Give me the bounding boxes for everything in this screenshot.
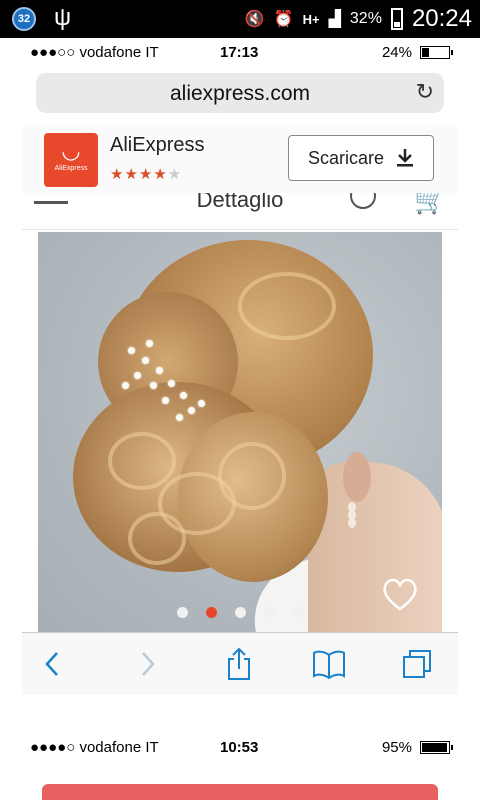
ios-time: 10:53 (220, 739, 259, 756)
carousel-dot[interactable] (205, 607, 217, 618)
battery-icon (420, 741, 453, 754)
forward-icon[interactable] (130, 647, 164, 681)
carousel-dot[interactable] (234, 607, 246, 618)
usb-icon: ψ (54, 4, 72, 31)
page-title: Dettaglio (196, 193, 284, 212)
carrier: ●●●○○ vodafone IT (30, 44, 159, 61)
battery-icon (420, 46, 453, 59)
browser-toolbar (22, 632, 458, 695)
network-icon: H+ (302, 11, 320, 27)
ios-time: 17:13 (220, 44, 259, 61)
signal-icon: ▟ (328, 11, 341, 28)
android-status-bar: 32 ψ 🔇 ⏰ H+ ▟ 32% 20:24 (0, 0, 480, 38)
carousel-dots[interactable] (38, 607, 442, 618)
bookmarks-icon[interactable] (312, 647, 346, 681)
aliexpress-logo: ◡ AliExpress (44, 133, 98, 187)
download-button[interactable]: Scaricare (288, 135, 434, 181)
cart-icon[interactable]: 🛒 (414, 193, 446, 216)
page-header: Dettaglio 🛒 (22, 193, 458, 230)
download-label: Scaricare (307, 147, 385, 168)
clock: 20:24 (411, 5, 472, 32)
address-bar[interactable]: aliexpress.com ↻ (36, 73, 444, 113)
red-banner-strip (42, 784, 438, 800)
ios-status-bar-top: ●●●○○ vodafone IT 17:13 24% (30, 42, 453, 64)
download-icon (397, 149, 414, 167)
url-text: aliexpress.com (169, 82, 311, 105)
carrier: ●●●●○ vodafone IT (30, 739, 159, 756)
earring (348, 502, 356, 512)
rating-stars: ★★★★★ (110, 166, 183, 183)
battery-icon (390, 8, 403, 30)
battery-percent: 24% (381, 44, 412, 61)
carousel-dot[interactable] (292, 607, 304, 618)
back-icon[interactable] (36, 647, 70, 681)
ear (343, 452, 371, 502)
tabs-icon[interactable] (400, 647, 434, 681)
battery-percent: 32% (349, 10, 382, 27)
alarm-icon: ⏰ (273, 11, 294, 28)
app-install-banner: ◡ AliExpress AliExpress ★★★★★ Scaricare (22, 125, 458, 194)
reload-icon[interactable]: ↻ (416, 79, 434, 105)
carousel-dot[interactable] (263, 607, 275, 618)
app-name: AliExpress (110, 134, 205, 156)
notification-badge: 32 (12, 7, 36, 31)
carousel-dot[interactable] (176, 607, 188, 618)
mute-icon: 🔇 (244, 11, 265, 28)
battery-percent: 95% (381, 739, 412, 756)
ios-status-bar-bottom: ●●●●○ vodafone IT 10:53 95% (30, 739, 453, 761)
share-icon[interactable] (222, 647, 256, 681)
product-image[interactable] (38, 232, 442, 632)
